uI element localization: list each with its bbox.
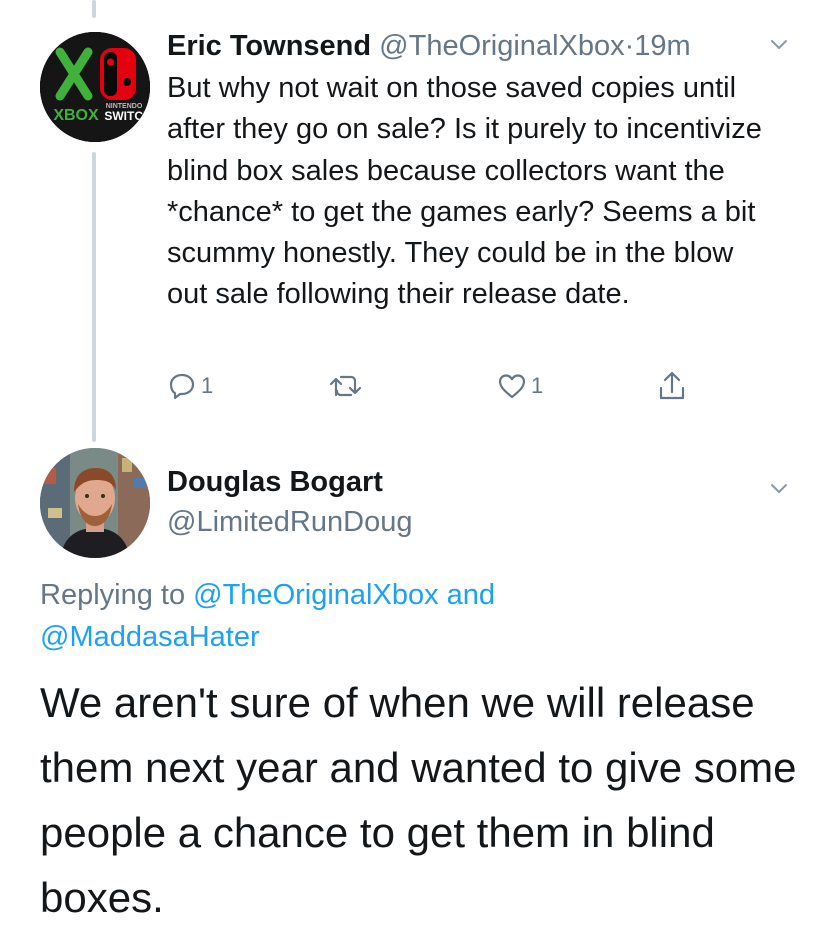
tweet1-text: But why not wait on those saved copies u…	[167, 72, 762, 311]
tweet1-handle[interactable]: @TheOriginalXbox	[379, 30, 624, 62]
tweet2-text: We aren't sure of when we will release t…	[40, 679, 797, 921]
reply-count: 1	[201, 373, 214, 398]
avatar-eric-townsend[interactable]: NINTENDO XBOX SWITCH	[40, 32, 150, 142]
tweet1-action-bar: 1 1	[167, 368, 707, 404]
avatar-douglas-bogart[interactable]	[40, 448, 150, 558]
tweet2-chevron-down-icon[interactable]	[770, 480, 788, 498]
profile-photo	[40, 448, 150, 558]
xbox-switch-logo: NINTENDO XBOX SWITCH	[40, 32, 150, 142]
mention-link-1[interactable]: @TheOriginalXbox	[193, 579, 438, 611]
share-icon	[657, 370, 687, 402]
share-button[interactable]	[657, 368, 687, 404]
heart-icon	[497, 371, 527, 401]
like-count: 1	[531, 373, 544, 398]
tweet1-separator: ·	[624, 30, 635, 62]
retweet-icon	[329, 371, 363, 401]
mention-connector: and	[438, 579, 496, 611]
tweet1-header: Eric Townsend @TheOriginalXbox·19m	[167, 26, 807, 66]
retweet-button[interactable]	[329, 368, 363, 404]
mention-link-2[interactable]: @MaddasaHater	[40, 621, 260, 653]
thread-line	[92, 152, 96, 442]
replying-to: Replying to @TheOriginalXbox and @Maddas…	[40, 574, 740, 658]
tweet2-display-name[interactable]: Douglas Bogart	[167, 462, 383, 502]
tweet1-time[interactable]: 19m	[634, 30, 690, 62]
reply-button[interactable]: 1	[167, 368, 213, 404]
reply-icon	[167, 371, 197, 401]
thread-line-top	[92, 0, 96, 18]
replying-to-prefix: Replying to	[40, 579, 194, 611]
tweet1-chevron-down-icon[interactable]	[770, 36, 788, 54]
like-button[interactable]: 1	[497, 368, 543, 404]
avatar-left-text: XBOX	[53, 107, 99, 124]
avatar-right-text: SWITCH	[104, 109, 150, 123]
tweet1-display-name[interactable]: Eric Townsend	[167, 30, 371, 62]
tweet2-handle[interactable]: @LimitedRunDoug	[167, 502, 412, 542]
